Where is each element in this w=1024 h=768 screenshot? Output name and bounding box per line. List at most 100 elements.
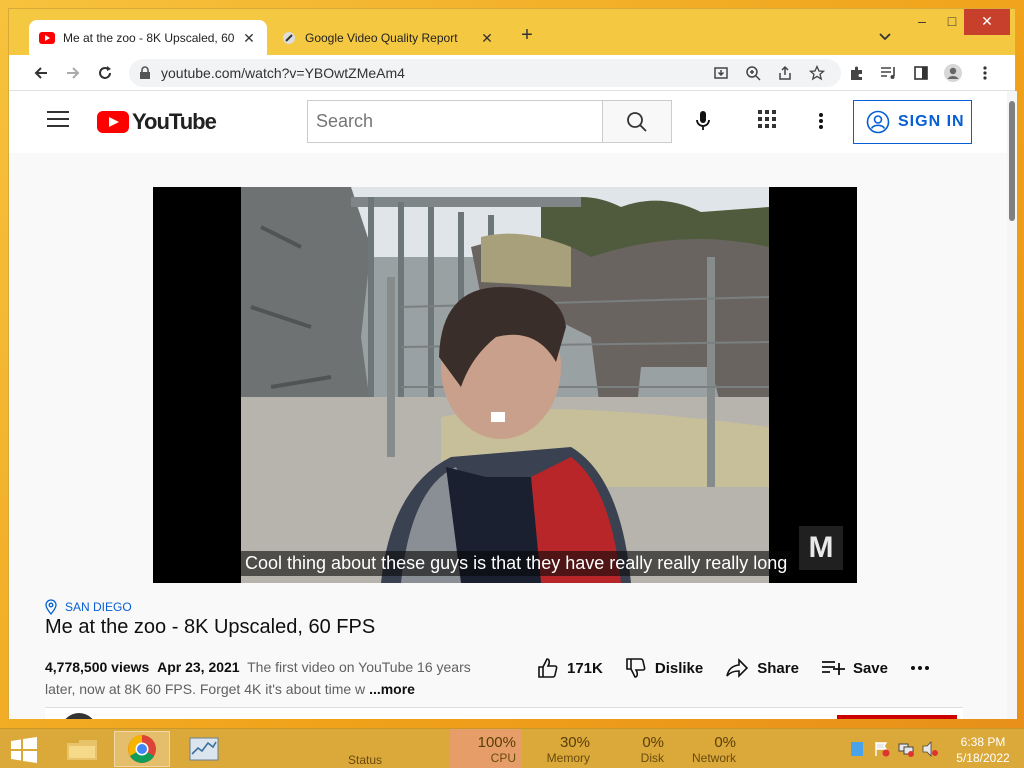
action-center-flag-icon[interactable]: [874, 741, 890, 757]
memory-usage: 30% Memory: [528, 729, 590, 768]
system-clock[interactable]: 6:38 PM 5/18/2022: [948, 734, 1018, 766]
video-actions: 171K Dislike Share Save: [537, 657, 960, 679]
dislike-button[interactable]: Dislike: [625, 657, 703, 679]
view-count: 4,778,500 views: [45, 659, 150, 675]
task-manager-icon[interactable]: [176, 731, 232, 767]
search-input[interactable]: [308, 101, 602, 142]
reload-button[interactable]: [93, 61, 117, 85]
memory-label: Memory: [546, 751, 590, 765]
scrollbar-thumb[interactable]: [1009, 101, 1015, 221]
video-title: Me at the zoo - 8K Upscaled, 60 FPS: [45, 616, 376, 638]
tab-title: Me at the zoo - 8K Upscaled, 60: [63, 30, 235, 45]
network-value: 0%: [714, 734, 736, 751]
windows-start-icon[interactable]: [10, 737, 38, 763]
tray-app-icon[interactable]: [850, 741, 866, 757]
tab-search-chevron-icon[interactable]: [875, 26, 895, 46]
more-actions-icon[interactable]: [910, 665, 938, 671]
cpu-value: 100%: [477, 734, 516, 751]
share-page-icon[interactable]: [775, 63, 795, 83]
share-arrow-icon: [726, 658, 749, 678]
address-bar[interactable]: youtube.com/watch?v=YBOwtZMeAm4: [129, 59, 841, 87]
save-button[interactable]: Save: [821, 659, 888, 677]
disk-usage: 0% Disk: [620, 729, 664, 768]
youtube-page: YouTube SIGN IN: [9, 91, 1007, 719]
video-description[interactable]: 4,778,500 views Apr 23, 2021 The first v…: [45, 656, 485, 700]
volume-muted-icon[interactable]: [922, 741, 938, 757]
settings-more-icon[interactable]: [809, 109, 833, 133]
tab-video-quality-report[interactable]: Google Video Quality Report ✕: [271, 20, 505, 55]
tab-title: Google Video Quality Report: [305, 30, 458, 45]
cpu-label: CPU: [490, 751, 516, 765]
hamburger-menu-icon[interactable]: [47, 111, 69, 133]
account-circle-icon: [866, 110, 890, 134]
browser-toolbar: youtube.com/watch?v=YBOwtZMeAm4: [9, 55, 1015, 91]
back-button[interactable]: [29, 61, 53, 85]
taskbar: Status 100% CPU 30% Memory 0% Disk 0% Ne…: [0, 728, 1024, 768]
video-frame[interactable]: [241, 187, 769, 583]
show-more-link[interactable]: ...more: [369, 681, 415, 697]
microphone-icon: [696, 111, 710, 130]
report-favicon-icon: [281, 30, 297, 46]
file-explorer-icon[interactable]: [54, 731, 110, 767]
side-panel-icon[interactable]: [909, 61, 933, 85]
youtube-favicon-icon: [39, 30, 55, 46]
profile-avatar-icon[interactable]: [941, 61, 965, 85]
youtube-header: YouTube SIGN IN: [9, 91, 1007, 153]
memory-value: 30%: [559, 734, 590, 751]
youtube-play-icon: [97, 111, 129, 133]
install-app-icon[interactable]: [711, 63, 731, 83]
chrome-taskbar-icon[interactable]: [114, 731, 170, 767]
dislike-label: Dislike: [654, 659, 704, 677]
tab-strip: Me at the zoo - 8K Upscaled, 60 ✕ Google…: [9, 9, 1015, 55]
extensions-puzzle-icon[interactable]: [845, 61, 869, 85]
voice-search-button[interactable]: [685, 103, 721, 139]
like-button[interactable]: 171K: [537, 657, 603, 679]
status-column: Status: [348, 729, 390, 768]
zoom-icon[interactable]: [743, 63, 763, 83]
location-tag[interactable]: SAN DIEGO: [45, 599, 132, 615]
thumbs-down-icon: [626, 658, 646, 678]
search-button[interactable]: [602, 100, 672, 143]
close-tab-icon[interactable]: ✕: [241, 30, 257, 46]
minimize-button[interactable]: –: [905, 9, 939, 35]
new-tab-button[interactable]: +: [515, 24, 539, 48]
clock-date: 5/18/2022: [956, 751, 1010, 765]
location-label: SAN DIEGO: [65, 600, 132, 614]
sign-in-label: SIGN IN: [898, 113, 965, 130]
playlist-add-icon: [821, 661, 845, 675]
search-box[interactable]: [307, 100, 603, 143]
video-caption: Cool thing about these guys is that they…: [241, 551, 792, 576]
chrome-menu-icon[interactable]: [973, 61, 997, 85]
thumbs-up-icon: [538, 658, 558, 678]
clock-time: 6:38 PM: [960, 735, 1006, 749]
network-usage: 0% Network: [686, 729, 736, 768]
url-text: youtube.com/watch?v=YBOwtZMeAm4: [161, 65, 405, 81]
media-control-icon[interactable]: [877, 61, 901, 85]
disk-label: Disk: [640, 751, 664, 765]
sign-in-button[interactable]: SIGN IN: [853, 100, 972, 144]
search-icon: [627, 111, 647, 132]
tab-youtube[interactable]: Me at the zoo - 8K Upscaled, 60 ✕: [29, 20, 267, 55]
network-label: Network: [691, 751, 736, 765]
page-scrollbar[interactable]: [1007, 91, 1017, 719]
disk-value: 0%: [642, 734, 664, 751]
chrome-window: Me at the zoo - 8K Upscaled, 60 ✕ Google…: [8, 8, 1017, 719]
youtube-logo[interactable]: YouTube: [97, 109, 217, 135]
location-pin-icon: [45, 599, 57, 615]
bookmark-star-icon[interactable]: [807, 63, 827, 83]
close-tab-icon[interactable]: ✕: [479, 30, 495, 46]
forward-button[interactable]: [61, 61, 85, 85]
video-player[interactable]: Cool thing about these guys is that they…: [153, 187, 857, 583]
close-window-button[interactable]: ✕: [964, 9, 1010, 35]
like-count: 171K: [567, 659, 603, 677]
save-label: Save: [852, 659, 888, 677]
subscribe-button[interactable]: [837, 715, 957, 719]
zoo-scene-image: [241, 187, 769, 583]
share-label: Share: [757, 659, 799, 677]
status-label: Status: [348, 753, 383, 767]
apps-grid-icon[interactable]: [757, 109, 781, 133]
channel-watermark[interactable]: M: [799, 526, 843, 570]
lock-icon: [139, 66, 151, 85]
network-status-icon[interactable]: [898, 741, 914, 757]
share-button[interactable]: Share: [725, 658, 799, 678]
